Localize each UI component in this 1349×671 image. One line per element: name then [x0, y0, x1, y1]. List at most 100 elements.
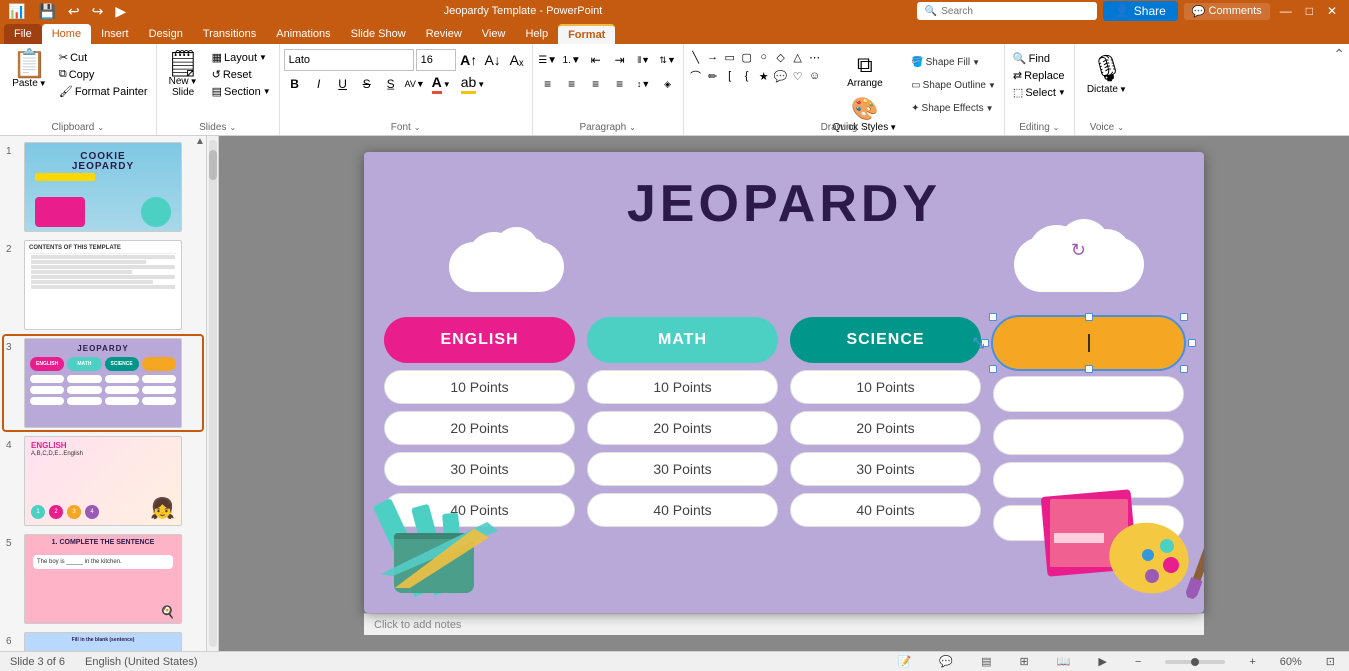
move-handle[interactable]: ⤡ [973, 335, 984, 352]
slide-thumb-item[interactable]: 2 CONTENTS OF THIS TEMPLATE [4, 238, 202, 332]
search-box[interactable]: 🔍 [917, 2, 1097, 20]
comments-button[interactable]: 💬 Comments [1184, 3, 1270, 20]
english-20pts[interactable]: 20 Points [384, 411, 575, 445]
slide-thumb-item-active[interactable]: 3 JEOPARDY ENGLISH MATH SCIENCE [4, 336, 202, 430]
align-left-btn[interactable]: ≡ [537, 73, 559, 95]
search-input[interactable] [941, 6, 1089, 17]
tab-review[interactable]: Review [416, 24, 472, 44]
science-40pts[interactable]: 40 Points [790, 493, 981, 527]
handle-tr[interactable] [1180, 313, 1188, 321]
font-color-btn[interactable]: A ▼ [428, 73, 455, 95]
fourth-header-selected[interactable]: ⤡ [993, 317, 1184, 369]
highlight-btn[interactable]: ab ▼ [457, 73, 490, 95]
handle-tl[interactable] [989, 313, 997, 321]
strikethrough-button[interactable]: S [356, 73, 378, 95]
tab-animations[interactable]: Animations [266, 24, 340, 44]
tab-view[interactable]: View [472, 24, 516, 44]
find-button[interactable]: 🔍Find [1009, 46, 1070, 66]
bold-button[interactable]: B [284, 73, 306, 95]
handle-mr[interactable] [1188, 339, 1196, 347]
minimize-btn[interactable]: — [1276, 4, 1296, 18]
shape-bracket-btn[interactable]: [ [722, 68, 738, 84]
shape-heart-btn[interactable]: ♡ [790, 68, 806, 84]
slideshow-btn[interactable]: ▶ [1094, 655, 1110, 668]
slide-thumb-item[interactable]: 4 ENGLISH A,B,C,D,E...English 1 2 3 4 👧 [4, 434, 202, 528]
handle-tc[interactable] [1085, 313, 1093, 321]
present-qa-btn[interactable]: ▶ [112, 2, 129, 21]
science-10pts[interactable]: 10 Points [790, 370, 981, 404]
decrease-indent-btn[interactable]: ⇤ [585, 49, 607, 71]
shape-fill-button[interactable]: 🪣 Shape Fill ▼ [907, 52, 1000, 72]
fourth-20pts[interactable] [993, 419, 1184, 455]
cut-button[interactable]: ✂Cut [55, 50, 152, 65]
justify-btn[interactable]: ≡ [609, 73, 631, 95]
maximize-btn[interactable]: □ [1302, 4, 1317, 18]
handle-bl[interactable] [989, 365, 997, 373]
reading-view-btn[interactable]: 📖 [1053, 655, 1075, 668]
align-right-btn[interactable]: ≡ [585, 73, 607, 95]
zoom-slider[interactable] [1165, 660, 1225, 664]
shape-line-btn[interactable]: ╲ [688, 49, 704, 65]
increase-font-btn[interactable]: A↑ [458, 49, 480, 71]
underline-button[interactable]: U [332, 73, 354, 95]
shape-diamond-btn[interactable]: ◇ [773, 49, 789, 65]
italic-button[interactable]: I [308, 73, 330, 95]
tab-format[interactable]: Format [558, 24, 615, 44]
shape-arrow-btn[interactable]: → [705, 49, 721, 65]
english-header[interactable]: ENGLISH [384, 317, 575, 363]
copy-button[interactable]: ⧉Copy [55, 67, 152, 82]
shape-oval-btn[interactable]: ○ [756, 49, 772, 65]
normal-view-btn[interactable]: ▤ [977, 655, 995, 668]
slide-thumb-item[interactable]: 6 Fill in the blank (sentence) 🍳 [4, 630, 202, 651]
replace-button[interactable]: ⇄Replace [1009, 68, 1070, 83]
decrease-font-btn[interactable]: A↓ [482, 49, 504, 71]
shape-freeform-btn[interactable]: ✏ [705, 68, 721, 84]
slide-panel-scrollbar[interactable] [207, 136, 219, 651]
handle-bc[interactable] [1085, 365, 1093, 373]
comments-view-btn[interactable]: 💬 [935, 655, 957, 668]
paste-button[interactable]: 📋 Paste▼ [4, 46, 55, 93]
tab-insert[interactable]: Insert [91, 24, 139, 44]
shape-more-btn[interactable]: ⋯ [807, 49, 823, 65]
share-button[interactable]: 👤 Share [1103, 1, 1178, 21]
english-10pts[interactable]: 10 Points [384, 370, 575, 404]
english-30pts[interactable]: 30 Points [384, 452, 575, 486]
font-size-select[interactable] [416, 49, 456, 71]
scroll-thumb[interactable] [209, 150, 217, 180]
science-30pts[interactable]: 30 Points [790, 452, 981, 486]
new-slide-button[interactable]: 🗒 New▼ Slide [161, 46, 206, 102]
zoom-in-btn[interactable]: + [1245, 656, 1259, 668]
shape-smiley-btn[interactable]: ☺ [807, 68, 823, 84]
char-spacing-btn[interactable]: AV▼ [404, 73, 426, 95]
slide-thumb-item[interactable]: 5 1. COMPLETE THE SENTENCE The boy is __… [4, 532, 202, 626]
columns-btn[interactable]: ⦀▼ [633, 49, 655, 71]
tab-design[interactable]: Design [139, 24, 193, 44]
tab-transitions[interactable]: Transitions [193, 24, 266, 44]
slide-thumb-item[interactable]: 1 COOKIE JEOPARDY [4, 140, 202, 234]
dictate-button[interactable]: 🎙 Dictate▼ [1079, 49, 1135, 99]
shape-effects-button[interactable]: ✦ Shape Effects ▼ [907, 99, 1000, 119]
shape-rounded-rect-btn[interactable]: ▢ [739, 49, 755, 65]
notes-view-btn[interactable]: 📝 [894, 655, 916, 668]
shape-star-btn[interactable]: ★ [756, 68, 772, 84]
math-30pts[interactable]: 30 Points [587, 452, 778, 486]
science-header[interactable]: SCIENCE [790, 317, 981, 363]
increase-indent-btn[interactable]: ⇥ [609, 49, 631, 71]
undo-qa-btn[interactable]: ↩ [65, 2, 83, 21]
align-center-btn[interactable]: ≡ [561, 73, 583, 95]
arrange-button[interactable]: ⧉ Arrange [827, 49, 904, 92]
fourth-10pts[interactable] [993, 376, 1184, 412]
shape-triangle-btn[interactable]: △ [790, 49, 806, 65]
zoom-out-btn[interactable]: − [1131, 656, 1145, 668]
shape-curve-btn[interactable]: ⌒ [688, 68, 704, 84]
reset-button[interactable]: ↺Reset [208, 67, 275, 82]
bullets-btn[interactable]: ☰▼ [537, 49, 559, 71]
math-header[interactable]: MATH [587, 317, 778, 363]
notes-bar[interactable]: Click to add notes [364, 613, 1204, 635]
shape-rect-btn[interactable]: ▭ [722, 49, 738, 65]
numbering-btn[interactable]: 1.▼ [561, 49, 583, 71]
tab-slideshow[interactable]: Slide Show [341, 24, 416, 44]
shape-brace-btn[interactable]: { [739, 68, 755, 84]
fit-to-window-btn[interactable]: ⊡ [1322, 655, 1339, 668]
clear-format-btn[interactable]: Aₓ [506, 49, 528, 71]
